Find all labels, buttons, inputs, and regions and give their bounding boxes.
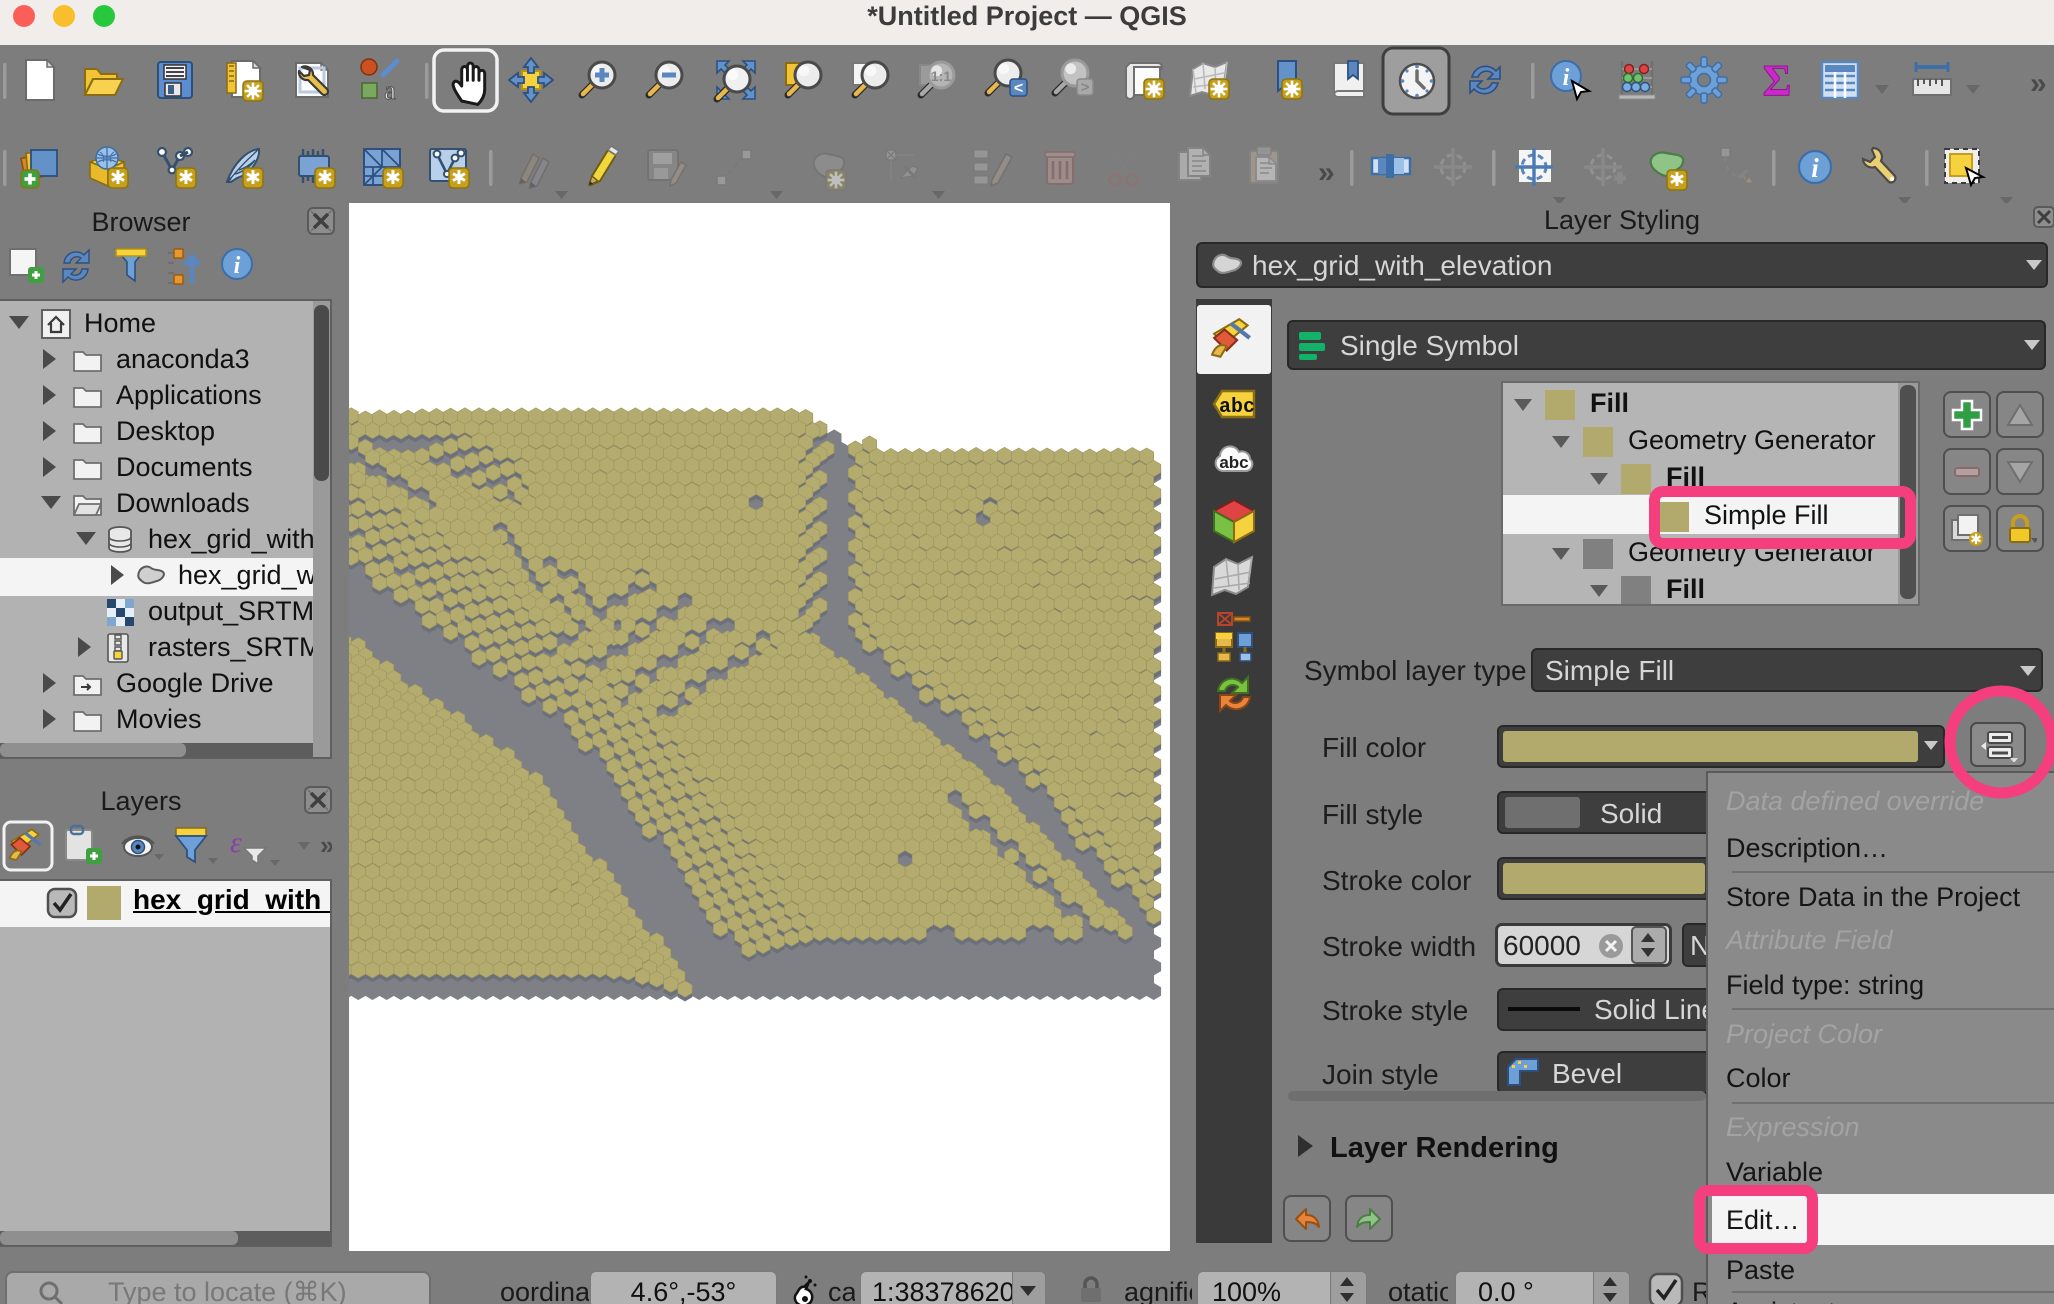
svg-text:»: » xyxy=(1318,156,1335,189)
svg-text:a: a xyxy=(384,76,396,105)
svg-text:i: i xyxy=(1811,153,1819,183)
svg-text:<: < xyxy=(1014,80,1023,97)
svg-text:>: > xyxy=(1081,79,1090,96)
svg-text:1:1: 1:1 xyxy=(931,68,951,84)
svg-text:✱: ✱ xyxy=(317,168,333,189)
svg-text:✱: ✱ xyxy=(245,168,261,189)
svg-text:✱: ✱ xyxy=(1970,531,1982,546)
svg-text:Σ: Σ xyxy=(1763,56,1792,105)
svg-text:abc: abc xyxy=(1219,453,1248,472)
svg-text:✱: ✱ xyxy=(385,168,401,189)
svg-text:✱: ✱ xyxy=(110,168,126,189)
svg-text:abc: abc xyxy=(1219,396,1255,419)
svg-text:✱: ✱ xyxy=(1669,170,1685,191)
svg-text:i: i xyxy=(1563,65,1570,91)
svg-text:✱: ✱ xyxy=(451,168,467,189)
svg-text:✱: ✱ xyxy=(178,168,194,189)
svg-text:i: i xyxy=(234,253,241,279)
svg-text:»: » xyxy=(2030,67,2047,100)
svg-text:»: » xyxy=(320,830,332,860)
svg-text:ε: ε xyxy=(230,826,242,859)
